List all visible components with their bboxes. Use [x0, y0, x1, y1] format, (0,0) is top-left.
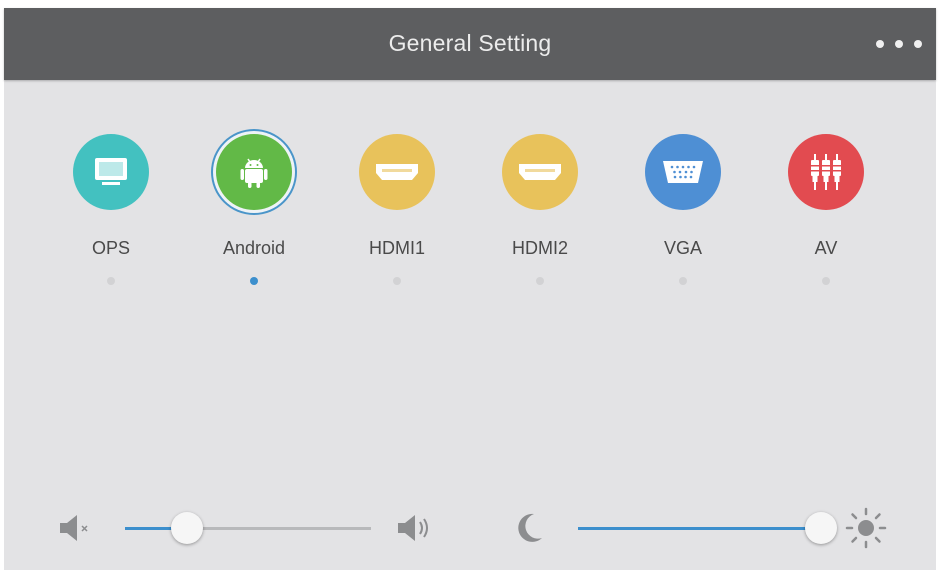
brightness-fill — [578, 527, 822, 530]
source-label: AV — [814, 238, 838, 258]
vga-port-icon — [663, 161, 703, 183]
input-source-list: OPS Android HDMI1 HDMI2 VGA AV — [4, 134, 936, 294]
sun-icon[interactable] — [844, 506, 888, 550]
source-android-circle — [216, 134, 292, 210]
av-rca-icon — [811, 154, 841, 190]
volume-slider[interactable] — [125, 510, 371, 546]
dot — [895, 40, 903, 48]
source-label: HDMI1 — [368, 238, 425, 258]
page-indicator-dot — [679, 277, 687, 285]
page-indicator-dot — [536, 277, 544, 285]
hdmi-port-icon — [376, 164, 418, 180]
volume-up-icon[interactable] — [394, 510, 438, 546]
page-indicator-dot — [822, 277, 830, 285]
control-bar — [4, 488, 936, 568]
source-label: VGA — [663, 238, 702, 258]
source-ops-circle — [73, 134, 149, 210]
more-dots-icon[interactable] — [876, 30, 922, 58]
source-av-circle — [788, 134, 864, 210]
header-bar: General Setting — [4, 8, 936, 80]
source-vga[interactable]: VGA — [628, 134, 738, 294]
settings-screen: General Setting OPS Android HDMI1 HDMI2 … — [4, 8, 936, 570]
hdmi-port-icon — [519, 164, 561, 180]
brightness-slider[interactable] — [578, 510, 838, 546]
source-hdmi1[interactable]: HDMI1 — [342, 134, 452, 294]
source-av[interactable]: AV — [771, 134, 881, 294]
source-label: Android — [222, 238, 286, 258]
dot — [876, 40, 884, 48]
page-indicator-dot — [250, 277, 258, 285]
brightness-thumb[interactable] — [805, 512, 838, 544]
source-hdmi2-circle — [502, 134, 578, 210]
monitor-icon — [95, 158, 127, 185]
source-vga-circle — [645, 134, 721, 210]
dot — [914, 40, 922, 48]
source-ops[interactable]: OPS — [56, 134, 166, 294]
volume-thumb[interactable] — [170, 512, 203, 544]
source-android[interactable]: Android — [199, 134, 309, 294]
android-icon — [240, 158, 268, 188]
mute-icon[interactable] — [56, 510, 96, 546]
page-title: General Setting — [388, 30, 552, 56]
page-indicator-dot — [107, 277, 115, 285]
source-label: HDMI2 — [511, 238, 568, 258]
source-hdmi2[interactable]: HDMI2 — [485, 134, 595, 294]
source-hdmi1-circle — [359, 134, 435, 210]
page-indicator-dot — [393, 277, 401, 285]
source-label: OPS — [91, 238, 130, 258]
moon-icon[interactable] — [510, 508, 550, 548]
